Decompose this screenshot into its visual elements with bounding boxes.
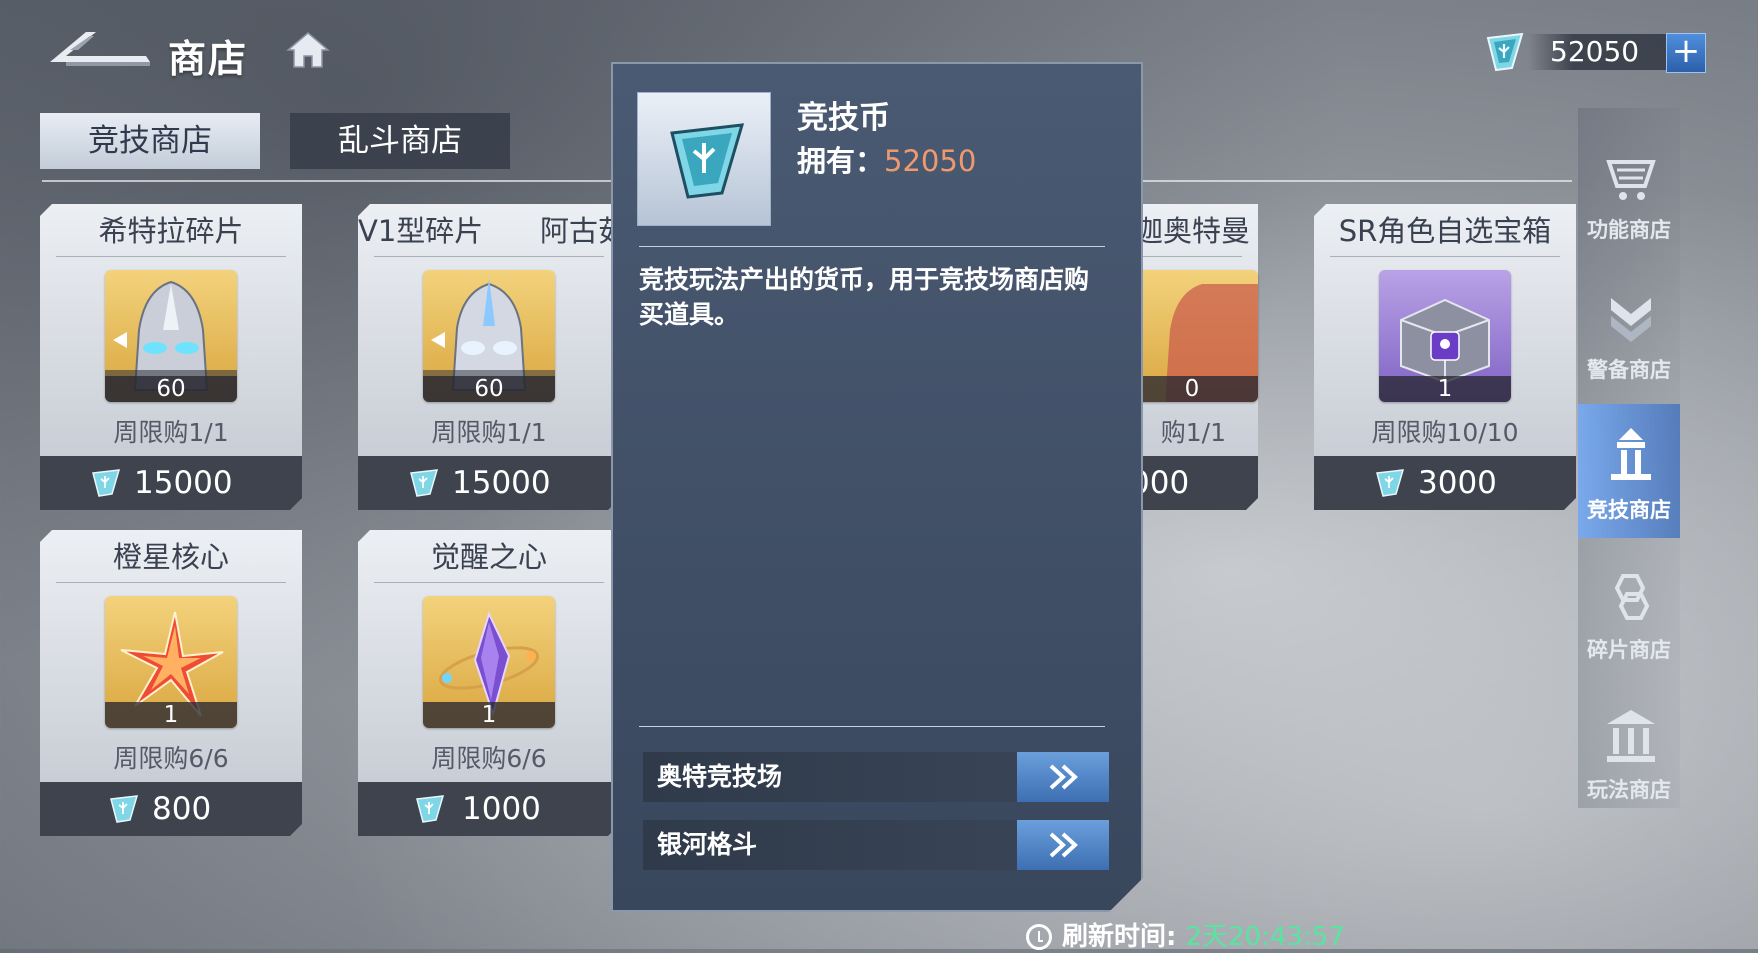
go-button[interactable] <box>1017 820 1109 870</box>
purchase-limit: 周限购6/6 <box>113 744 229 773</box>
side-nav-label: 玩法商店 <box>1587 778 1671 802</box>
double-chevron-right-icon <box>1017 820 1109 870</box>
tab-brawl-shop[interactable]: 乱斗商店 <box>290 113 510 169</box>
item-quantity: 1 <box>423 702 555 728</box>
source-label: 银河格斗 <box>657 830 758 859</box>
treasure-chest-icon: 1 <box>1379 270 1511 402</box>
clock-icon <box>1026 924 1052 950</box>
item-quantity: 60 <box>423 376 555 402</box>
item-quantity: 1 <box>105 702 237 728</box>
buy-button[interactable]: 15000 <box>40 456 302 510</box>
go-button[interactable] <box>1017 752 1109 802</box>
item-detail-popup: 竞技币 拥有：52050 竞技玩法产出的货币，用于竞技场商店购买道具。 奥特竞技… <box>611 62 1143 912</box>
item-name: 橙星核心 <box>112 540 229 574</box>
source-row-galaxy-fight[interactable]: 银河格斗 <box>643 820 1109 870</box>
awakening-heart-icon: 1 <box>423 596 555 728</box>
buy-button[interactable]: 800 <box>40 782 302 836</box>
item-quantity: 0 <box>1126 376 1258 402</box>
temple-icon <box>1607 710 1655 762</box>
chevron-badge-icon <box>1611 298 1651 342</box>
buy-button[interactable]: 3000 <box>1314 456 1576 510</box>
purchase-limit: 周限购6/6 <box>431 744 547 773</box>
arena-coin-icon <box>1486 32 1524 72</box>
item-owned: 拥有：52050 <box>797 138 976 180</box>
purchase-limit: 周限购10/10 <box>1371 418 1519 447</box>
item-detail-name: 竞技币 <box>797 100 890 136</box>
item-price: 15000 <box>134 465 233 501</box>
page-title: 商店 <box>168 37 249 81</box>
side-nav-gameplay-shop[interactable]: 玩法商店 <box>1578 684 1680 818</box>
source-row-arena[interactable]: 奥特竞技场 <box>643 752 1109 802</box>
item-price: 15000 <box>452 465 551 501</box>
arena-coin-icon <box>108 794 140 824</box>
tab-arena-shop[interactable]: 竞技商店 <box>40 113 260 169</box>
divider <box>639 246 1105 247</box>
side-nav-guard-shop[interactable]: 警备商店 <box>1578 264 1680 398</box>
item-price: 3000 <box>1418 465 1497 501</box>
currency-value: 52050 <box>1550 35 1640 68</box>
side-nav-label: 功能商店 <box>1587 218 1671 242</box>
item-name: 觉醒之心 <box>430 540 547 574</box>
shop-item-card[interactable]: 橙星核心 1 周限购6/6 800 <box>40 530 302 836</box>
side-nav-label: 警备商店 <box>1587 358 1671 382</box>
source-label: 奥特竞技场 <box>657 762 783 791</box>
tower-icon <box>1611 428 1651 480</box>
ultraman-fragment-icon: 0 <box>1126 270 1258 402</box>
shop-item-card[interactable]: 觉醒之心 1 周限购6/6 1000 <box>358 530 620 836</box>
item-price: 800 <box>152 791 212 827</box>
owned-value: 52050 <box>884 144 977 178</box>
currency-display: 52050 + <box>1486 30 1710 74</box>
orange-star-core-icon: 1 <box>105 596 237 728</box>
purchase-limit: 周限购1/1 <box>431 418 547 447</box>
item-quantity: 60 <box>105 376 237 402</box>
arena-coin-icon <box>90 468 122 498</box>
arena-coin-icon <box>408 468 440 498</box>
side-nav-fragment-shop[interactable]: 碎片商店 <box>1578 544 1680 678</box>
purchase-limit: 周限购1/1 <box>113 418 229 447</box>
back-arrow-icon[interactable] <box>46 28 150 68</box>
side-nav-function-shop[interactable]: 功能商店 <box>1578 124 1680 258</box>
side-nav-arena-shop[interactable]: 竞技商店 <box>1578 404 1680 538</box>
shop-item-card[interactable]: 希特拉碎片 60 周限购1/1 15000 <box>40 204 302 510</box>
item-name: 希特拉碎片 <box>98 214 244 248</box>
refresh-label: 刷新时间: <box>1062 922 1186 952</box>
arena-coin-icon <box>414 794 446 824</box>
ultraman-fragment-icon: 60 <box>423 270 555 402</box>
double-chevron-right-icon <box>1017 752 1109 802</box>
item-price: 1000 <box>462 791 541 827</box>
add-currency-button[interactable]: + <box>1666 33 1706 73</box>
buy-button[interactable]: 15000 <box>358 456 620 510</box>
arena-coin-icon <box>1374 468 1406 498</box>
divider <box>639 726 1105 727</box>
refresh-value: 2天20:43:57 <box>1185 922 1345 952</box>
home-icon[interactable] <box>286 30 330 70</box>
hexagon-link-icon <box>1614 574 1650 620</box>
side-nav-label: 竞技商店 <box>1587 498 1671 522</box>
arena-coin-icon <box>638 93 770 225</box>
item-quantity: 1 <box>1379 376 1511 402</box>
ultraman-fragment-icon: 60 <box>105 270 237 402</box>
cart-icon <box>1606 160 1656 200</box>
item-detail-icon <box>637 92 771 226</box>
owned-label: 拥有： <box>797 144 885 178</box>
buy-button[interactable]: 1000 <box>358 782 620 836</box>
item-description: 竞技玩法产出的货币，用于竞技场商店购买道具。 <box>639 265 1090 329</box>
shop-item-card[interactable]: SR角色自选宝箱 1 周限购10/10 3000 <box>1314 204 1576 510</box>
side-nav-label: 碎片商店 <box>1587 638 1671 662</box>
item-name: SR角色自选宝箱 <box>1338 214 1552 248</box>
refresh-timer: 刷新时间: 2天20:43:57 <box>1026 916 1345 953</box>
